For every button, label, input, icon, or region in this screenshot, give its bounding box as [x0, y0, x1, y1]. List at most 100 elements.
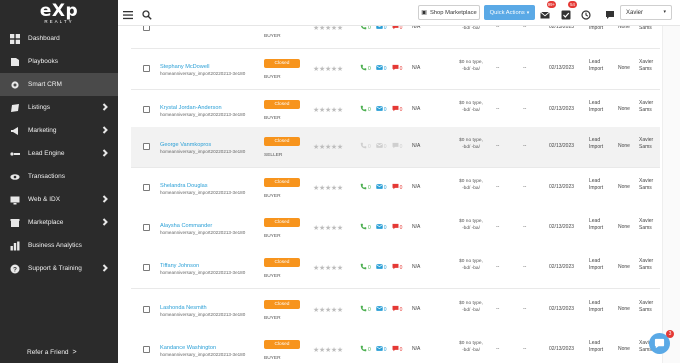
chat-bubble-icon — [392, 105, 399, 114]
email-count[interactable]: 0 — [375, 223, 387, 232]
rating-stars[interactable]: ★★★★★ — [313, 143, 343, 151]
email-count[interactable]: 0 — [375, 105, 387, 114]
email-count[interactable]: 0 — [375, 345, 387, 354]
row-checkbox[interactable] — [143, 65, 150, 72]
sidebar-item-playbooks[interactable]: Playbooks — [0, 50, 118, 73]
messages-icon[interactable] — [605, 7, 615, 19]
sidebar-item-lead-engine[interactable]: Lead Engine — [0, 142, 118, 165]
row-checkbox[interactable] — [143, 184, 150, 191]
contact-name-link[interactable]: Tiffany Johnson — [160, 263, 199, 269]
call-count[interactable]: 0 — [359, 64, 371, 73]
status-badge[interactable]: Closed — [264, 300, 300, 309]
lead-source: LeadImport — [589, 340, 603, 353]
mail-icon[interactable]: 99+ — [540, 1, 556, 19]
sidebar-item-transactions[interactable]: Transactions — [0, 165, 118, 188]
row-checkbox[interactable] — [143, 306, 150, 313]
rating-stars[interactable]: ★★★★★ — [313, 346, 343, 354]
row-checkbox[interactable] — [143, 264, 150, 271]
rating-stars[interactable]: ★★★★★ — [313, 224, 343, 232]
refer-a-friend-link[interactable]: Refer a Friend > — [0, 341, 118, 363]
rating-stars[interactable]: ★★★★★ — [313, 65, 343, 73]
rating-stars[interactable]: ★★★★★ — [313, 106, 343, 114]
hamburger-menu-icon[interactable] — [123, 7, 133, 20]
shop-marketplace-button[interactable]: ▣ Shop Marketplace — [418, 5, 480, 20]
table-row[interactable]: Kandance Washington homeanniversary_impor… — [131, 330, 660, 363]
contact-name-link[interactable]: Lashonda Nesmith — [160, 305, 207, 311]
sidebar-item-listings[interactable]: Listings — [0, 96, 118, 119]
status-badge[interactable]: Closed — [264, 59, 300, 68]
sidebar-item-web-idx[interactable]: Web & IDX — [0, 188, 118, 211]
search-icon[interactable] — [142, 7, 152, 20]
text-count[interactable]: 0 — [391, 183, 402, 192]
scrollbar[interactable] — [662, 26, 680, 363]
sidebar-item-business-analytics[interactable]: Business Analytics — [0, 234, 118, 257]
rating-stars[interactable]: ★★★★★ — [313, 184, 343, 192]
text-count[interactable]: 0 — [391, 263, 402, 272]
call-count[interactable]: 0 — [359, 345, 371, 354]
call-count[interactable]: 0 — [359, 26, 371, 32]
row-checkbox[interactable] — [143, 106, 150, 113]
contact-name-link[interactable]: Krystal Jordan-Anderson — [160, 105, 222, 111]
call-count[interactable]: 0 — [359, 105, 371, 114]
text-count[interactable]: 0 — [391, 345, 402, 354]
status-badge[interactable]: Closed — [264, 258, 300, 267]
sidebar-item-marketing[interactable]: Marketing — [0, 119, 118, 142]
call-count[interactable]: 0 — [359, 305, 371, 314]
rating-stars[interactable]: ★★★★★ — [313, 26, 343, 32]
call-count[interactable]: 0 — [359, 263, 371, 272]
row-checkbox[interactable] — [143, 224, 150, 231]
text-count[interactable]: 0 — [391, 223, 402, 232]
user-dropdown[interactable]: Xavier ▾ — [620, 5, 672, 20]
history-icon[interactable] — [581, 7, 591, 20]
table-row[interactable]: Alaysha Commander homeanniversary_import2… — [131, 208, 660, 249]
text-count[interactable]: 0 — [391, 105, 402, 114]
email-count[interactable]: 0 — [375, 64, 387, 73]
status-badge[interactable]: Closed — [264, 100, 300, 109]
table-row[interactable]: George Vanmkopros homeanniversary_import2… — [131, 127, 660, 168]
call-count[interactable]: 0 — [359, 142, 371, 151]
contact-name-link[interactable]: Stephany McDowell — [160, 64, 209, 70]
table-row[interactable]: Tiffany Johnson homeanniversary_import202… — [131, 248, 660, 289]
contact-name-link[interactable]: Shelandra Douglas — [160, 183, 208, 189]
row-checkbox[interactable] — [143, 143, 150, 150]
contact-name-link[interactable]: Alaysha Commander — [160, 223, 212, 229]
agent-name: XavierSams — [639, 258, 653, 271]
text-count[interactable]: 0 — [391, 64, 402, 73]
status-badge[interactable]: Closed — [264, 178, 300, 187]
call-count[interactable]: 0 — [359, 183, 371, 192]
contact-name-link[interactable]: Kandance Washington — [160, 345, 216, 351]
na-value: N/A — [412, 184, 421, 190]
rating-stars[interactable]: ★★★★★ — [313, 264, 343, 272]
empty-value: -- — [496, 346, 500, 352]
lead-source-line1: Lead — [589, 137, 601, 143]
contact-name-link[interactable]: George Vanmkopros — [160, 142, 211, 148]
text-count[interactable]: 0 — [391, 26, 402, 32]
row-checkbox[interactable] — [143, 346, 150, 353]
email-count[interactable]: 0 — [375, 263, 387, 272]
email-count[interactable]: 0 — [375, 183, 387, 192]
table-row[interactable]: Lashonda Nesmith homeanniversary_import20… — [131, 290, 660, 331]
tasks-icon[interactable]: 54 — [561, 1, 577, 20]
table-row[interactable]: Shelandra Douglas homeanniversary_import2… — [131, 168, 660, 209]
email-count[interactable]: 0 — [375, 305, 387, 314]
sidebar-item-smart-crm[interactable]: Smart CRM — [0, 73, 118, 96]
status-badge[interactable]: Closed — [264, 218, 300, 227]
table-row[interactable]: Stephany McDowell homeanniversary_import2… — [131, 49, 660, 90]
table-row[interactable]: homeanniversary_import20220213-3e180BUYE… — [131, 26, 660, 49]
call-count[interactable]: 0 — [359, 223, 371, 232]
email-count[interactable]: 0 — [375, 26, 387, 32]
sidebar-item-dashboard[interactable]: Dashboard — [0, 27, 118, 50]
contact-tag: homeanniversary_import20220213-3e180 — [160, 312, 246, 317]
status-badge[interactable]: Closed — [264, 340, 300, 349]
exp-logo[interactable]: eXp REALTY — [0, 0, 118, 26]
text-count[interactable]: 0 — [391, 142, 402, 151]
rating-stars[interactable]: ★★★★★ — [313, 306, 343, 314]
sidebar-item-marketplace[interactable]: Marketplace — [0, 211, 118, 234]
quick-actions-button[interactable]: Quick Actions ▾ — [484, 5, 535, 20]
row-checkbox[interactable] — [143, 26, 150, 31]
status-badge[interactable]: Closed — [264, 137, 300, 146]
sidebar-item-support-training[interactable]: ? Support & Training — [0, 257, 118, 280]
text-count[interactable]: 0 — [391, 305, 402, 314]
email-count[interactable]: 0 — [375, 142, 387, 151]
table-row[interactable]: Krystal Jordan-Anderson homeanniversary_i… — [131, 90, 660, 131]
